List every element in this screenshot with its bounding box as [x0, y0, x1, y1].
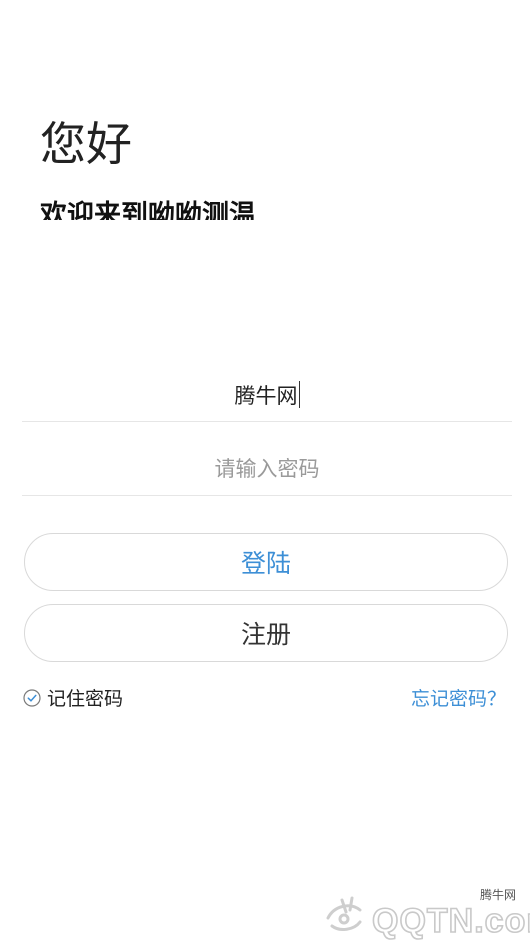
remember-password-label: 记住密码 [47, 688, 124, 710]
greeting-title: 您好 [40, 117, 132, 171]
register-button[interactable]: 注册 [24, 604, 508, 662]
qqtn-logo-icon: QQTN.com [326, 896, 530, 941]
login-button[interactable]: 登陆 [24, 533, 508, 591]
watermark-logo-text: QQTN.com [372, 902, 530, 940]
password-field[interactable] [22, 442, 512, 496]
text-caret [298, 381, 300, 408]
welcome-subtitle-container: 欢迎来到呦呦测温 [40, 196, 370, 220]
username-field[interactable]: 腾牛网 [22, 368, 512, 422]
welcome-subtitle: 欢迎来到呦呦测温 [40, 200, 256, 220]
check-circle-icon[interactable] [23, 688, 41, 707]
watermark: 腾牛网 QQTN.com [320, 886, 532, 944]
remember-password-checkbox[interactable]: 记住密码 [23, 684, 123, 711]
username-input[interactable]: 腾牛网 [22, 368, 512, 421]
username-value: 腾牛网 [234, 383, 298, 408]
forgot-password-link[interactable]: 忘记密码？ [411, 684, 506, 711]
password-input[interactable] [22, 442, 512, 495]
